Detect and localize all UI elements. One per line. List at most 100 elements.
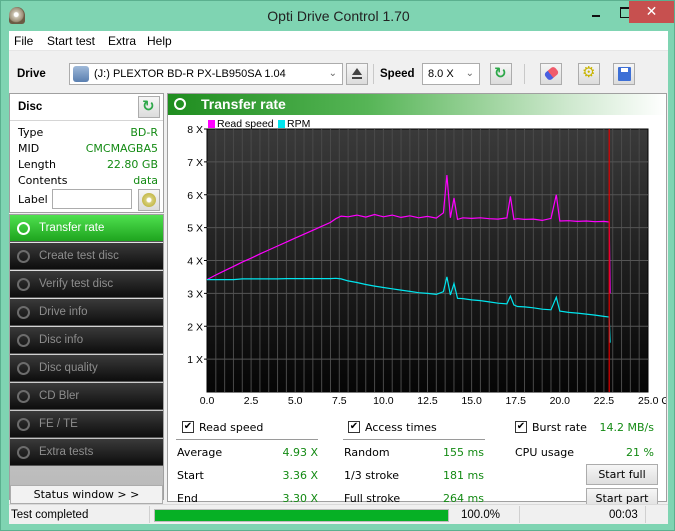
- cpu-usage-value: 21 %: [626, 446, 654, 459]
- stat-key: 1/3 stroke: [344, 469, 399, 482]
- stats-area: ✔ Read speed Average 4.93 X Start 3.36 X…: [168, 412, 666, 509]
- field-value: BD-R: [130, 126, 158, 139]
- y-tick-label: 5 X: [187, 223, 203, 235]
- save-button[interactable]: [613, 63, 635, 85]
- close-button[interactable]: ✕: [629, 1, 674, 23]
- chart-legend: Read speed RPM: [208, 118, 310, 130]
- status-divider: [519, 506, 520, 523]
- eject-button[interactable]: [346, 63, 368, 85]
- extra-tests-icon: [17, 446, 30, 459]
- burst-rate-checkbox[interactable]: ✔: [515, 421, 527, 433]
- x-tick-label: 15.0: [461, 395, 482, 407]
- nav-label: Verify test disc: [39, 278, 114, 290]
- nav-extra-tests[interactable]: Extra tests: [10, 439, 163, 466]
- minimize-button[interactable]: [582, 1, 611, 23]
- refresh-button[interactable]: [490, 63, 512, 85]
- nav-drive-info[interactable]: Drive info: [10, 299, 163, 326]
- cd-bler-icon: [17, 390, 30, 403]
- nav-label: Disc info: [39, 334, 84, 346]
- menu-file[interactable]: File: [14, 34, 33, 48]
- nav-transfer-rate[interactable]: Transfer rate: [10, 215, 163, 242]
- nav-create-test-disc[interactable]: Create test disc: [10, 243, 163, 270]
- nav-label: CD Bler: [39, 390, 80, 402]
- label-disc-button[interactable]: [138, 189, 160, 211]
- access-times-checkbox[interactable]: ✔: [348, 421, 360, 433]
- x-axis: 0.0 2.5 5.0 7.5 10.0 12.5 15.0 17.5 20.0 22.5 25.0…: [200, 395, 666, 407]
- speed-select[interactable]: 8.0 X ⌄: [422, 63, 480, 85]
- status-bar: Test completed 100.0% 00:03: [9, 504, 668, 524]
- verify-test-disc-icon: [17, 278, 30, 291]
- status-divider: [149, 506, 150, 523]
- disc-title: Disc: [18, 101, 43, 113]
- x-tick-label: 12.5: [417, 395, 438, 407]
- nav-fe-te[interactable]: FE / TE: [10, 411, 163, 438]
- status-text: Test completed: [11, 509, 89, 521]
- nav-cd-bler[interactable]: CD Bler: [10, 383, 163, 410]
- nav-label: Disc quality: [39, 362, 98, 374]
- speed-label: Speed: [380, 68, 415, 80]
- field-value: CMCMAGBA5: [85, 142, 158, 155]
- nav-label: FE / TE: [39, 418, 78, 430]
- disc-length-row: Length 22.80 GB: [18, 158, 158, 172]
- y-tick-label: 6 X: [187, 190, 203, 202]
- drive-value: (J:) PLEXTOR BD-R PX-LB950SA 1.04: [94, 68, 286, 80]
- start-full-button[interactable]: Start full: [586, 464, 658, 485]
- y-tick-label: 4 X: [187, 256, 203, 268]
- disc-contents-row: Contents data: [18, 174, 158, 188]
- stat-key: Start: [177, 469, 204, 482]
- erase-button[interactable]: [540, 63, 562, 85]
- field-key: Length: [18, 158, 56, 171]
- nav-label: Transfer rate: [39, 222, 105, 234]
- nav-disc-info[interactable]: Disc info: [10, 327, 163, 354]
- progress-percent: 100.0%: [461, 509, 501, 521]
- disc-refresh-button[interactable]: [138, 96, 160, 118]
- chevron-down-icon: ⌄: [465, 68, 474, 79]
- x-tick-label: 5.0: [288, 395, 303, 407]
- field-key: MID: [18, 142, 40, 155]
- x-tick-label: 22.5: [594, 395, 615, 407]
- disc-mid-row: MID CMCMAGBA5: [18, 142, 158, 156]
- x-tick-label: 10.0: [373, 395, 394, 407]
- speed-value: 8.0 X: [428, 68, 454, 80]
- legend-swatch-read-speed: [208, 120, 215, 128]
- stat-average-value: 4.93 X: [282, 446, 318, 459]
- nav-disc-quality[interactable]: Disc quality: [10, 355, 163, 382]
- label-input[interactable]: [52, 189, 132, 209]
- read-speed-checkbox[interactable]: ✔: [182, 421, 194, 433]
- y-tick-label: 2 X: [187, 321, 203, 333]
- panel-title: Transfer rate: [201, 96, 286, 112]
- transfer-rate-panel: Transfer rate Read speed RPM 1 X2 X 3 X …: [167, 93, 667, 509]
- drive-label: Drive: [17, 68, 46, 80]
- toolbar-separator: [524, 64, 525, 84]
- x-tick-label: 20.0: [550, 395, 571, 407]
- divider: [343, 439, 485, 440]
- stat-key: Random: [344, 446, 390, 459]
- menu-bar: File Start test Extra Help: [9, 31, 668, 51]
- stat-key: Average: [177, 446, 223, 459]
- nav-verify-test-disc[interactable]: Verify test disc: [10, 271, 163, 298]
- disc-header: Disc: [10, 94, 163, 121]
- y-tick-label: 8 X: [187, 124, 203, 136]
- read-speed-label: Read speed: [199, 421, 264, 434]
- menu-help[interactable]: Help: [147, 34, 172, 48]
- test-nav: Transfer rate Create test disc Verify te…: [9, 214, 164, 500]
- progress-fill: [155, 510, 448, 521]
- drive-select[interactable]: (J:) PLEXTOR BD-R PX-LB950SA 1.04 ⌄: [69, 63, 343, 85]
- status-window-button[interactable]: Status window > >: [10, 485, 163, 504]
- settings-button[interactable]: [578, 63, 600, 85]
- transfer-rate-icon: [174, 98, 186, 110]
- y-axis: 1 X 2 X 3 X 4 X 5 X 6 X 7 X 8 X: [187, 124, 207, 366]
- y-tick-label: 7 X: [187, 157, 203, 169]
- menu-start-test[interactable]: Start test: [47, 34, 95, 48]
- menu-extra[interactable]: Extra: [108, 34, 136, 48]
- x-tick-label: 7.5: [332, 395, 347, 407]
- disc-panel: Disc Type BD-R MID CMCMAGBA5 Length 22.80 G…: [9, 93, 164, 213]
- disc-type-row: Type BD-R: [18, 126, 158, 140]
- app-window: Opti Drive Control 1.70 ✕ File Start tes…: [0, 0, 675, 531]
- progress-bar: [154, 509, 449, 522]
- x-tick-label: 2.5: [244, 395, 259, 407]
- panel-header: Transfer rate: [168, 94, 666, 115]
- transfer-rate-chart: Read speed RPM 1 X2 X3 X4 X5 X6 X7 X8 X …: [187, 118, 666, 407]
- stat-start-value: 3.36 X: [282, 469, 318, 482]
- burst-rate-value: 14.2 MB/s: [599, 421, 654, 434]
